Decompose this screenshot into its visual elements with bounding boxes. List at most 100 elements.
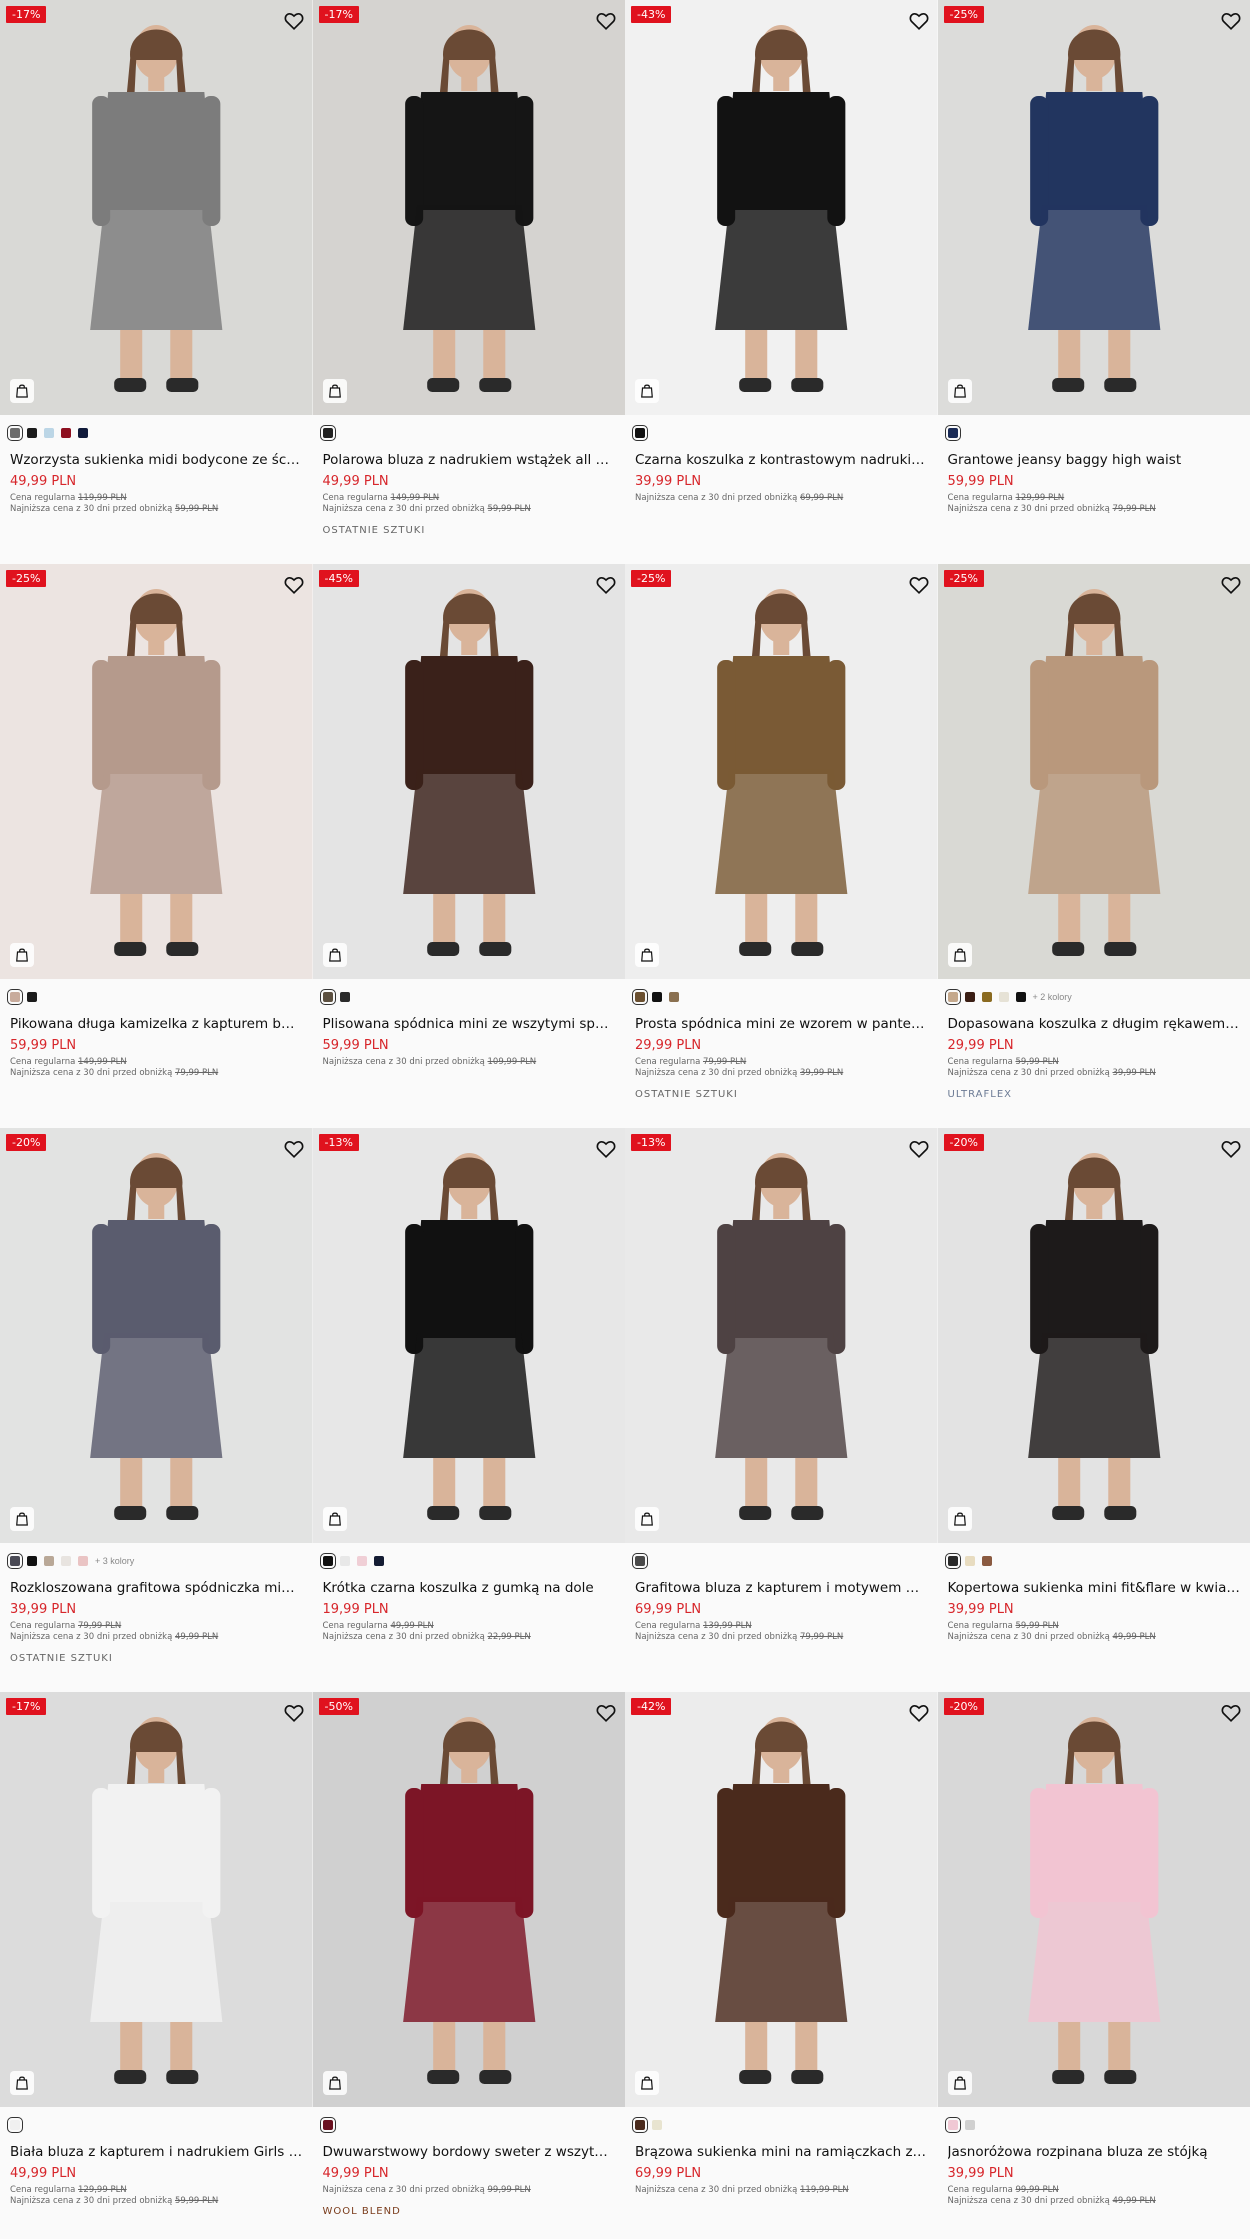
heart-icon[interactable] xyxy=(908,1702,930,1724)
product-card[interactable]: -50% Dwuwarstwowy bordowy sweter z wszyt… xyxy=(312,1692,625,2239)
product-title[interactable]: Dwuwarstwowy bordowy sweter z wszytym … xyxy=(323,2144,616,2160)
product-image[interactable]: -17% xyxy=(0,0,313,415)
heart-icon[interactable] xyxy=(283,574,305,596)
heart-icon[interactable] xyxy=(908,10,930,32)
color-swatch[interactable] xyxy=(964,1556,975,1566)
color-swatch[interactable] xyxy=(964,992,975,1002)
color-swatch[interactable] xyxy=(944,2117,961,2133)
color-swatch[interactable] xyxy=(1015,992,1026,1002)
product-title[interactable]: Biała bluza z kapturem i nadrukiem Girls… xyxy=(10,2144,303,2160)
product-card[interactable]: -13% Grafitowa bluza z kapturem i motywe… xyxy=(625,1128,938,1692)
shopping-bag-icon[interactable] xyxy=(10,943,34,967)
shopping-bag-icon[interactable] xyxy=(635,379,659,403)
product-image[interactable]: -25% xyxy=(937,0,1250,415)
product-card[interactable]: -25% Pikowana długa kamizelka z kapturem… xyxy=(0,564,313,1128)
product-card[interactable]: -13% Krótka czarna koszulka z gumką na d… xyxy=(312,1128,625,1692)
shopping-bag-icon[interactable] xyxy=(10,1507,34,1531)
product-title[interactable]: Krótka czarna koszulka z gumką na dole xyxy=(323,1580,616,1596)
heart-icon[interactable] xyxy=(1220,1138,1242,1160)
color-swatch[interactable] xyxy=(944,425,961,441)
color-swatch[interactable] xyxy=(319,425,336,441)
color-swatch[interactable] xyxy=(632,1553,648,1569)
color-swatch[interactable] xyxy=(61,428,71,438)
product-card[interactable]: -25% + 2 kolory Dopasowana koszulka z dł… xyxy=(937,564,1250,1128)
product-image[interactable]: -25% xyxy=(937,564,1250,979)
color-swatch[interactable] xyxy=(27,428,37,438)
product-card[interactable]: -20% Jasnoróżowa rozpinana bluza ze stój… xyxy=(937,1692,1250,2239)
color-swatch[interactable] xyxy=(7,425,23,441)
color-swatch[interactable] xyxy=(78,428,88,438)
shopping-bag-icon[interactable] xyxy=(947,1507,972,1531)
shopping-bag-icon[interactable] xyxy=(635,943,659,967)
heart-icon[interactable] xyxy=(595,1138,617,1160)
color-swatch[interactable] xyxy=(373,1556,384,1566)
product-image[interactable]: -17% xyxy=(312,0,625,415)
product-image[interactable]: -20% xyxy=(937,1692,1250,2107)
color-swatch[interactable] xyxy=(964,2120,975,2130)
product-title[interactable]: Wzorzysta sukienka midi bodycone ze ścią… xyxy=(10,452,303,468)
color-swatch[interactable] xyxy=(319,2117,336,2133)
product-title[interactable]: Czarna koszulka z kontrastowym nadrukiem… xyxy=(635,452,928,468)
shopping-bag-icon[interactable] xyxy=(635,2071,659,2095)
product-card[interactable]: -25% Grantowe jeansy baggy high waist 59… xyxy=(937,0,1250,564)
product-title[interactable]: Grantowe jeansy baggy high waist xyxy=(948,452,1241,468)
color-swatch[interactable] xyxy=(7,1553,23,1569)
shopping-bag-icon[interactable] xyxy=(947,2071,972,2095)
product-card[interactable]: -17% Polarowa bluza z nadrukiem wstążek … xyxy=(312,0,625,564)
product-title[interactable]: Brązowa sukienka mini na ramiączkach z w… xyxy=(635,2144,928,2160)
color-swatch[interactable] xyxy=(27,992,37,1002)
product-card[interactable]: -45% Plisowana spódnica mini ze wszytymi… xyxy=(312,564,625,1128)
heart-icon[interactable] xyxy=(1220,574,1242,596)
product-image[interactable]: -25% xyxy=(625,564,938,979)
heart-icon[interactable] xyxy=(908,1138,930,1160)
product-image[interactable]: -42% xyxy=(625,1692,938,2107)
product-title[interactable]: Grafitowa bluza z kapturem i motywem 3D … xyxy=(635,1580,928,1596)
product-title[interactable]: Jasnoróżowa rozpinana bluza ze stójką xyxy=(948,2144,1241,2160)
heart-icon[interactable] xyxy=(908,574,930,596)
product-card[interactable]: -42% Brązowa sukienka mini na ramiączkac… xyxy=(625,1692,938,2239)
color-swatch[interactable] xyxy=(669,992,679,1002)
heart-icon[interactable] xyxy=(283,1702,305,1724)
product-image[interactable]: -20% xyxy=(0,1128,313,1543)
shopping-bag-icon[interactable] xyxy=(322,379,347,403)
heart-icon[interactable] xyxy=(595,1702,617,1724)
color-swatch[interactable] xyxy=(339,1556,350,1566)
shopping-bag-icon[interactable] xyxy=(322,943,347,967)
product-image[interactable]: -25% xyxy=(0,564,313,979)
color-swatch[interactable] xyxy=(998,992,1009,1002)
product-title[interactable]: Plisowana spódnica mini ze wszytymi spod… xyxy=(323,1016,616,1032)
product-image[interactable]: -20% xyxy=(937,1128,1250,1543)
color-swatch[interactable] xyxy=(27,1556,37,1566)
color-swatch[interactable] xyxy=(44,428,54,438)
color-swatch[interactable] xyxy=(632,989,648,1005)
heart-icon[interactable] xyxy=(1220,10,1242,32)
product-card[interactable]: -43% Czarna koszulka z kontrastowym nadr… xyxy=(625,0,938,564)
color-swatch[interactable] xyxy=(319,1553,336,1569)
more-colors-link[interactable]: + 3 kolory xyxy=(95,1556,134,1566)
color-swatch[interactable] xyxy=(632,425,648,441)
color-swatch[interactable] xyxy=(319,989,336,1005)
product-title[interactable]: Polarowa bluza z nadrukiem wstążek all o… xyxy=(323,452,616,468)
color-swatch[interactable] xyxy=(78,1556,88,1566)
color-swatch[interactable] xyxy=(7,989,23,1005)
product-image[interactable]: -13% xyxy=(312,1128,625,1543)
product-card[interactable]: -17% Biała bluza z kapturem i nadrukiem … xyxy=(0,1692,313,2239)
heart-icon[interactable] xyxy=(595,574,617,596)
color-swatch[interactable] xyxy=(944,1553,961,1569)
shopping-bag-icon[interactable] xyxy=(10,379,34,403)
shopping-bag-icon[interactable] xyxy=(947,379,972,403)
color-swatch[interactable] xyxy=(944,989,961,1005)
shopping-bag-icon[interactable] xyxy=(322,1507,347,1531)
color-swatch[interactable] xyxy=(981,992,992,1002)
color-swatch[interactable] xyxy=(652,2120,662,2130)
color-swatch[interactable] xyxy=(356,1556,367,1566)
color-swatch[interactable] xyxy=(339,992,350,1002)
product-title[interactable]: Pikowana długa kamizelka z kapturem beżo… xyxy=(10,1016,303,1032)
product-card[interactable]: -17% Wzorzysta sukienka midi bodycone ze… xyxy=(0,0,313,564)
product-image[interactable]: -50% xyxy=(312,1692,625,2107)
shopping-bag-icon[interactable] xyxy=(947,943,972,967)
product-title[interactable]: Prosta spódnica mini ze wzorem w panterk… xyxy=(635,1016,928,1032)
product-image[interactable]: -13% xyxy=(625,1128,938,1543)
more-colors-link[interactable]: + 2 kolory xyxy=(1033,992,1072,1002)
product-title[interactable]: Rozkloszowana grafitowa spódniczka mini … xyxy=(10,1580,303,1596)
